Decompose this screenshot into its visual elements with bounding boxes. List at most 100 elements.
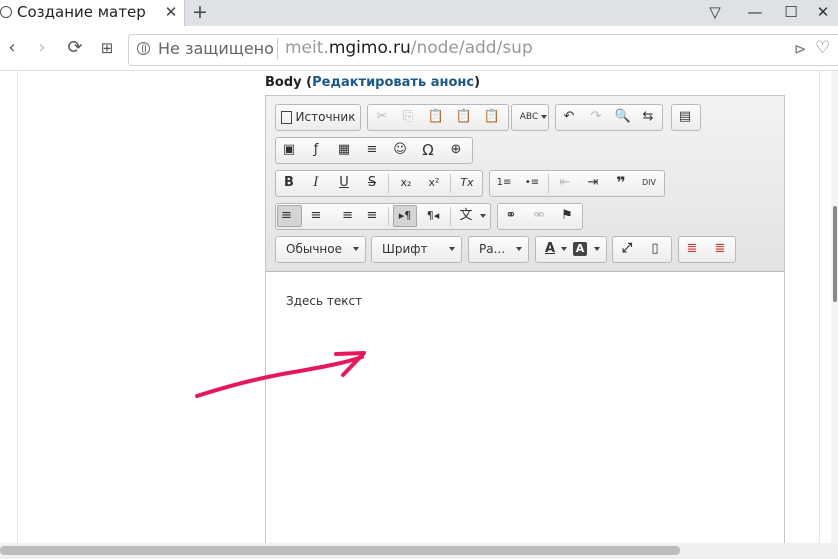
subscript-icon[interactable]: x₂ [395,173,417,193]
maximize-button[interactable]: ☐ [776,0,806,26]
templates-icon[interactable]: ≣ [681,239,703,259]
editor-content-area[interactable]: Здесь текст [266,272,784,543]
security-status[interactable]: Не защищено [158,39,274,58]
vertical-scrollbar[interactable] [831,71,838,543]
language-icon[interactable]: 文 [455,206,477,226]
loading-icon [0,6,12,18]
unlink-icon[interactable]: ⚮ [528,206,550,226]
text-direction-rtl-icon[interactable]: ¶◂ [422,206,444,226]
maximize-icon[interactable]: ⤢ [616,239,638,259]
separator [548,174,549,193]
bold-icon[interactable]: B [278,173,300,193]
close-tab-icon[interactable]: ✕ [163,2,179,22]
url-domain: mgimo.ru [328,38,411,58]
separator [450,207,451,226]
align-right-icon[interactable]: ≡ [333,206,355,226]
superscript-icon[interactable]: x² [423,173,445,193]
paste-text-icon[interactable]: 📋 [453,107,475,127]
reload-button[interactable]: ⟳ [63,36,87,60]
field-label: Body (Редактировать анонс) [265,75,480,90]
link-icon[interactable]: ⚭ [500,206,522,226]
horizontal-rule-icon[interactable]: ≡ [361,140,383,160]
editor-text[interactable]: Здесь текст [286,294,362,308]
bookmark-icon[interactable]: ♡ [815,38,830,58]
numbered-list-icon[interactable]: 1≡ [493,173,515,193]
toolbar-group-tools: ⤢ ▯ [612,236,672,263]
toolbar-group-document: Источник [275,104,361,131]
image-icon[interactable]: ▣ [278,140,300,160]
text-color-icon[interactable]: A [539,239,561,259]
forward-button[interactable]: › [30,36,54,60]
toolbar-group-basicstyles: B I U S x₂ x² Tx [275,170,483,197]
tab-title: Создание матер [17,3,146,21]
align-left-icon[interactable]: ≡ [277,205,302,227]
table-icon[interactable]: ▦ [333,140,355,160]
paren-open: ( [301,75,313,90]
source-code-icon[interactable]: ≣ [709,239,731,259]
background-color-icon[interactable]: A [573,242,587,256]
globe-icon[interactable] [137,42,150,55]
chevron-down-icon [594,247,600,251]
url-path: /node/add/sup [410,38,533,58]
back-button[interactable]: ‹ [0,36,24,60]
toolbar-group-editing: ↶ ↷ 🔍 ⇆ [555,104,663,131]
vertical-scrollbar-thumb[interactable] [833,206,837,302]
page-column-border [17,71,18,543]
horizontal-scrollbar-thumb[interactable] [0,546,680,555]
spellcheck-icon[interactable]: ABC [514,107,544,127]
flash-icon[interactable]: ƒ [305,140,327,160]
tab-search-button[interactable]: ▽ [700,0,730,26]
address-bar[interactable]: Не защищено meit.mgimo.ru/node/add/sup ⊳… [128,34,838,66]
redo-icon[interactable]: ↷ [585,107,607,127]
format-dropdown[interactable]: Обычное [275,236,366,263]
italic-icon[interactable]: I [305,173,327,193]
format-dropdown-value: Обычное [286,242,342,256]
smiley-icon[interactable]: ☺ [389,140,411,160]
remove-format-icon[interactable]: Tx [456,173,478,193]
select-all-icon[interactable]: ▤ [674,107,696,127]
tab-active[interactable]: Создание матер ✕ [0,0,185,26]
replace-icon[interactable]: ⇆ [637,107,659,127]
edit-summary-link[interactable]: Редактировать анонс [312,75,474,90]
page-viewport: Body (Редактировать анонс) Источник ✂ ⎘ … [0,71,838,543]
copy-icon[interactable]: ⎘ [397,107,419,127]
blockquote-icon[interactable]: ❞ [610,173,632,193]
toolbar-group-paragraph: 1≡ •≡ ⇤ ⇥ ❞ DIV [489,170,665,197]
find-icon[interactable]: 🔍 [612,107,634,127]
strikethrough-icon[interactable]: S [361,173,383,193]
horizontal-scrollbar[interactable] [0,543,838,559]
toolbar-group-align: ≡ ≡ ≡ ≡ ▸¶ ¶◂ 文 [275,203,491,230]
indent-icon[interactable]: ⇥ [582,173,604,193]
toolbar-group-select: ▤ [671,104,701,131]
anchor-flag-icon[interactable]: ⚑ [556,206,578,226]
iframe-icon[interactable]: ⊕ [445,140,467,160]
new-tab-button[interactable]: + [190,1,210,23]
show-blocks-icon[interactable]: ▯ [644,239,666,259]
url-text[interactable]: meit.mgimo.ru/node/add/sup [285,38,533,58]
source-button[interactable]: Источник [278,107,358,127]
chevron-down-icon [561,247,567,251]
separator [388,174,389,193]
justify-icon[interactable]: ≡ [361,206,383,226]
text-direction-ltr-icon[interactable]: ▸¶ [393,205,417,227]
div-container-icon[interactable]: DIV [638,173,660,193]
cut-icon[interactable]: ✂ [371,107,393,127]
outdent-icon[interactable]: ⇤ [554,173,576,193]
url-subdomain: meit. [285,38,329,58]
size-dropdown[interactable]: Ра... [468,236,529,263]
special-char-icon[interactable]: Ω [417,140,439,160]
send-to-device-icon[interactable]: ⊳ [794,40,807,58]
paste-icon[interactable]: 📋 [425,107,447,127]
editor-toolbar: Источник ✂ ⎘ 📋 📋 📋 ABC ↶ ↷ 🔍 ⇆ ▤ ▣ ƒ ▦ ≡… [266,96,784,272]
paste-word-icon[interactable]: 📋 [481,107,503,127]
align-center-icon[interactable]: ≡ [305,206,327,226]
source-icon [280,111,292,124]
undo-icon[interactable]: ↶ [558,107,580,127]
rich-text-editor: Источник ✂ ⎘ 📋 📋 📋 ABC ↶ ↷ 🔍 ⇆ ▤ ▣ ƒ ▦ ≡… [265,95,785,543]
apps-button[interactable]: ⊞ [95,36,119,60]
font-dropdown[interactable]: Шрифт [371,236,462,263]
close-window-button[interactable]: ✕ [808,0,838,26]
minimize-button[interactable]: — [740,0,770,26]
underline-icon[interactable]: U [333,173,355,193]
bulleted-list-icon[interactable]: •≡ [521,173,543,193]
